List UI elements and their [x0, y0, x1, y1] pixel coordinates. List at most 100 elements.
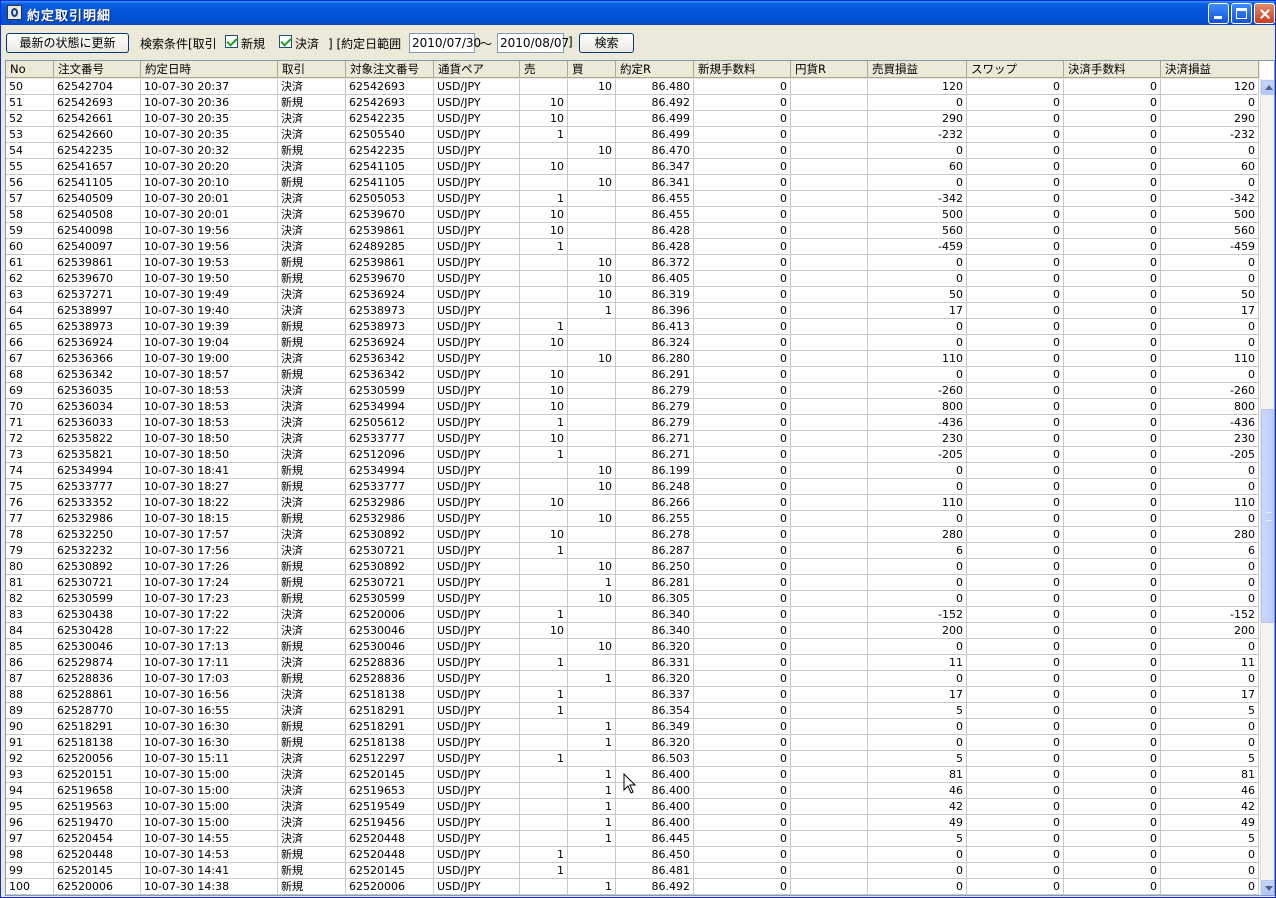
table-row[interactable]: 52 62542661 10-07-30 20:35 決済 62542235 USD/JP…: [6, 111, 1260, 127]
table-row[interactable]: 92 62520056 10-07-30 15:11 決済 62512297 USD/JP…: [6, 751, 1260, 767]
column-header-no[interactable]: No: [6, 61, 54, 78]
minimize-icon[interactable]: [1208, 3, 1229, 24]
table-row[interactable]: 61 62539861 10-07-30 19:53 新規 62539861 USD/JP…: [6, 255, 1260, 271]
cell-trade-pl: 0: [868, 319, 967, 335]
table-row[interactable]: 78 62532250 10-07-30 17:57 決済 62530892 USD/JP…: [6, 527, 1260, 543]
table-row[interactable]: 64 62538997 10-07-30 19:40 決済 62538973 USD/JP…: [6, 303, 1260, 319]
app-icon[interactable]: [7, 5, 22, 20]
table-row[interactable]: 79 62532232 10-07-30 17:56 決済 62530721 USD/JP…: [6, 543, 1260, 559]
scroll-down-icon[interactable]: [1261, 880, 1274, 895]
close-icon[interactable]: [1254, 3, 1275, 24]
table-row[interactable]: 77 62532986 10-07-30 18:15 新規 62532986 USD/JP…: [6, 511, 1260, 527]
table-row[interactable]: 60 62540097 10-07-30 19:56 決済 62489285 USD/JP…: [6, 239, 1260, 255]
column-header-swap[interactable]: スワップ: [967, 61, 1064, 78]
cell-trade-type: 新規: [278, 719, 346, 735]
table-row[interactable]: 97 62520454 10-07-30 14:55 決済 62520448 USD/JP…: [6, 831, 1260, 847]
column-header-settle-pl[interactable]: 決済損益: [1161, 61, 1259, 78]
scroll-up-icon[interactable]: [1261, 80, 1274, 95]
cell-exec-rate: 86.341: [616, 175, 694, 191]
table-row[interactable]: 62 62539670 10-07-30 19:50 新規 62539670 USD/JP…: [6, 271, 1260, 287]
table-row[interactable]: 81 62530721 10-07-30 17:24 新規 62530721 USD/JP…: [6, 575, 1260, 591]
table-row[interactable]: 69 62536035 10-07-30 18:53 決済 62530599 USD/JP…: [6, 383, 1260, 399]
table-row[interactable]: 63 62537271 10-07-30 19:49 決済 62536924 USD/JP…: [6, 287, 1260, 303]
table-row[interactable]: 73 62535821 10-07-30 18:50 決済 62512096 USD/JP…: [6, 447, 1260, 463]
table-row[interactable]: 80 62530892 10-07-30 17:26 新規 62530892 USD/JP…: [6, 559, 1260, 575]
table-row[interactable]: 100 62520006 10-07-30 14:38 新規 62520006 USD/J…: [6, 879, 1260, 895]
cell-currency-pair: USD/JPY: [434, 399, 520, 415]
vertical-scrollbar[interactable]: [1260, 79, 1274, 895]
table-row[interactable]: 72 62535822 10-07-30 18:50 決済 62533777 USD/JP…: [6, 431, 1260, 447]
table-row[interactable]: 65 62538973 10-07-30 19:39 新規 62538973 USD/JP…: [6, 319, 1260, 335]
table-row[interactable]: 99 62520145 10-07-30 14:41 新規 62520145 USD/JP…: [6, 863, 1260, 879]
scroll-thumb[interactable]: [1261, 408, 1274, 623]
search-button[interactable]: 検索: [579, 33, 634, 53]
table-row[interactable]: 74 62534994 10-07-30 18:41 新規 62534994 USD/JP…: [6, 463, 1260, 479]
column-header-trade-pl[interactable]: 売買損益: [868, 61, 967, 78]
column-header-sell[interactable]: 売: [520, 61, 568, 78]
table-row[interactable]: 70 62536034 10-07-30 18:53 決済 62534994 USD/JP…: [6, 399, 1260, 415]
table-row[interactable]: 55 62541657 10-07-30 20:20 決済 62541105 USD/JP…: [6, 159, 1260, 175]
table-row[interactable]: 68 62536342 10-07-30 18:57 新規 62536342 USD/JP…: [6, 367, 1260, 383]
table-row[interactable]: 96 62519470 10-07-30 15:00 決済 62519456 USD/JP…: [6, 815, 1260, 831]
refresh-button[interactable]: 最新の状態に更新: [6, 33, 129, 53]
table-row[interactable]: 59 62540098 10-07-30 19:56 決済 62539861 USD/JP…: [6, 223, 1260, 239]
cell-swap: 0: [967, 303, 1064, 319]
cell-new-fee: 0: [694, 671, 791, 687]
table-row[interactable]: 66 62536924 10-07-30 19:04 新規 62536924 USD/JP…: [6, 335, 1260, 351]
column-header-target-order[interactable]: 対象注文番号: [346, 61, 434, 78]
table-row[interactable]: 82 62530599 10-07-30 17:23 新規 62530599 USD/JP…: [6, 591, 1260, 607]
date-from-input[interactable]: 2010/07/30: [409, 33, 481, 53]
cell-buy: 1: [568, 879, 616, 895]
cell-currency-pair: USD/JPY: [434, 607, 520, 623]
table-row[interactable]: 67 62536366 10-07-30 19:00 決済 62536342 USD/JP…: [6, 351, 1260, 367]
table-row[interactable]: 95 62519563 10-07-30 15:00 決済 62519549 USD/JP…: [6, 799, 1260, 815]
date-to-input[interactable]: 2010/08/07: [497, 33, 569, 53]
cell-currency-pair: USD/JPY: [434, 751, 520, 767]
table-row[interactable]: 75 62533777 10-07-30 18:27 新規 62533777 USD/JP…: [6, 479, 1260, 495]
column-header-exec-time[interactable]: 約定日時: [141, 61, 278, 78]
cell-currency-pair: USD/JPY: [434, 415, 520, 431]
column-header-settle-fee[interactable]: 決済手数料: [1064, 61, 1161, 78]
cell-buy: [568, 703, 616, 719]
table-row[interactable]: 84 62530428 10-07-30 17:22 決済 62530046 USD/JP…: [6, 623, 1260, 639]
table-row[interactable]: 91 62518138 10-07-30 16:30 新規 62518138 USD/JP…: [6, 735, 1260, 751]
table-row[interactable]: 53 62542660 10-07-30 20:35 決済 62505540 USD/JP…: [6, 127, 1260, 143]
column-header-new-fee[interactable]: 新規手数料: [694, 61, 791, 78]
cell-swap: 0: [967, 559, 1064, 575]
trade-table[interactable]: No 注文番号 約定日時 取引 対象注文番号 通貨ペア売買約定R 新規手数料 円貨R 売買損益ス…: [5, 60, 1275, 896]
column-header-exec-rate[interactable]: 約定R: [616, 61, 694, 78]
title-bar[interactable]: 約定取引明細: [1, 1, 1275, 25]
table-row[interactable]: 76 62533352 10-07-30 18:22 決済 62532986 USD/JP…: [6, 495, 1260, 511]
column-header-currency-pair[interactable]: 通貨ペア: [434, 61, 520, 78]
cell-exec-time: 10-07-30 19:00: [141, 351, 278, 367]
cell-new-fee: 0: [694, 431, 791, 447]
table-row[interactable]: 98 62520448 10-07-30 14:53 新規 62520448 USD/JP…: [6, 847, 1260, 863]
column-header-order-no[interactable]: 注文番号: [54, 61, 141, 78]
table-row[interactable]: 54 62542235 10-07-30 20:32 新規 62542235 USD/JP…: [6, 143, 1260, 159]
maximize-icon[interactable]: [1231, 3, 1252, 24]
table-row[interactable]: 50 62542704 10-07-30 20:37 決済 62542693 USD/JP…: [6, 79, 1260, 95]
table-row[interactable]: 57 62540509 10-07-30 20:01 決済 62505053 USD/JP…: [6, 191, 1260, 207]
cell-exec-rate: 86.279: [616, 415, 694, 431]
column-header-yen-rate[interactable]: 円貨R: [791, 61, 868, 78]
new-checkbox[interactable]: [225, 35, 238, 48]
table-row[interactable]: 83 62530438 10-07-30 17:22 決済 62520006 USD/JP…: [6, 607, 1260, 623]
column-header-trade-type[interactable]: 取引: [278, 61, 346, 78]
table-row[interactable]: 87 62528836 10-07-30 17:03 新規 62528836 USD/JP…: [6, 671, 1260, 687]
table-row[interactable]: 86 62529874 10-07-30 17:11 決済 62528836 USD/JP…: [6, 655, 1260, 671]
settle-checkbox[interactable]: [279, 35, 292, 48]
cell-order-no: 62519563: [54, 799, 141, 815]
cell-settle-pl: 50: [1161, 287, 1259, 303]
cell-settle-fee: 0: [1064, 863, 1161, 879]
table-row[interactable]: 85 62530046 10-07-30 17:13 新規 62530046 USD/JP…: [6, 639, 1260, 655]
table-row[interactable]: 71 62536033 10-07-30 18:53 決済 62505612 USD/JP…: [6, 415, 1260, 431]
column-header-buy[interactable]: 買: [568, 61, 616, 78]
cell-currency-pair: USD/JPY: [434, 831, 520, 847]
cell-settle-pl: 0: [1161, 175, 1259, 191]
table-row[interactable]: 88 62528861 10-07-30 16:56 決済 62518138 USD/JP…: [6, 687, 1260, 703]
table-row[interactable]: 58 62540508 10-07-30 20:01 決済 62539670 USD/JP…: [6, 207, 1260, 223]
table-row[interactable]: 51 62542693 10-07-30 20:36 新規 62542693 USD/JP…: [6, 95, 1260, 111]
table-row[interactable]: 90 62518291 10-07-30 16:30 新規 62518291 USD/JP…: [6, 719, 1260, 735]
table-row[interactable]: 89 62528770 10-07-30 16:55 決済 62518291 USD/JP…: [6, 703, 1260, 719]
table-row[interactable]: 56 62541105 10-07-30 20:10 新規 62541105 USD/JP…: [6, 175, 1260, 191]
